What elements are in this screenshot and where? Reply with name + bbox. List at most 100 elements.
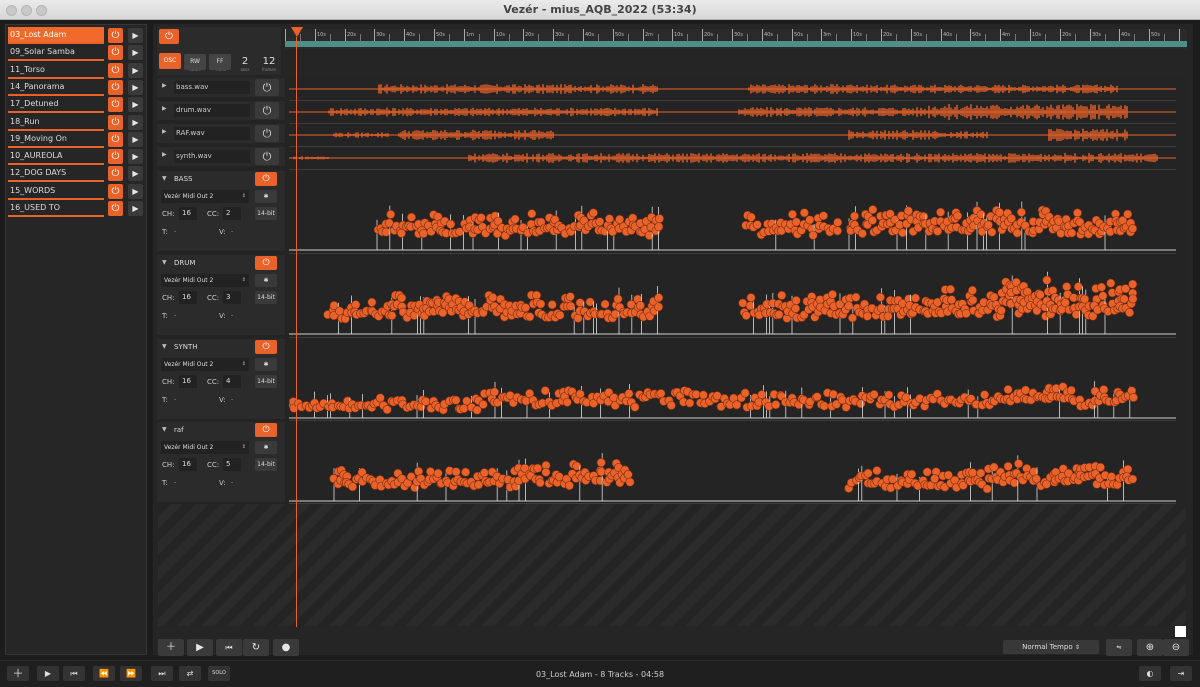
song-power-icon[interactable]: ⏻	[108, 62, 123, 78]
curve-point[interactable]	[1123, 209, 1133, 219]
curve-point[interactable]	[1106, 472, 1116, 482]
song-item[interactable]: 11_Torso ⏻ ▶	[8, 62, 146, 79]
curve-point[interactable]	[624, 389, 634, 399]
audio-waveform-lane[interactable]	[289, 101, 1176, 123]
collapse-triangle-icon[interactable]: ▼	[162, 343, 167, 350]
track-power-button[interactable]: ⏻	[255, 125, 279, 142]
curve-point[interactable]	[1128, 224, 1138, 234]
curve-point[interactable]	[967, 285, 977, 295]
song-play-icon[interactable]: ▶	[128, 45, 143, 61]
curve-point[interactable]	[872, 466, 882, 476]
curve-point[interactable]	[844, 301, 854, 311]
curve-point[interactable]	[774, 310, 784, 320]
song-power-icon[interactable]: ⏻	[108, 114, 123, 130]
curve-point[interactable]	[521, 303, 531, 313]
song-item[interactable]: 09_Solar Samba ⏻ ▶	[8, 44, 146, 62]
midi-learn-button[interactable]: ✱	[255, 190, 277, 203]
curve-point[interactable]	[1096, 282, 1106, 292]
curve-point[interactable]	[922, 467, 932, 477]
midi-track-name[interactable]: SYNTH	[174, 341, 250, 353]
curve-point[interactable]	[588, 208, 598, 218]
curve-point[interactable]	[968, 295, 978, 305]
curve-point[interactable]	[600, 299, 610, 309]
curve-point[interactable]	[976, 468, 986, 478]
curve-point[interactable]	[1125, 308, 1135, 318]
cc-field[interactable]: 3	[223, 291, 241, 304]
curve-point[interactable]	[832, 226, 842, 236]
go-to-start-button[interactable]: ⏮	[216, 639, 242, 656]
expand-triangle-icon[interactable]: ▶	[162, 151, 167, 158]
curve-point[interactable]	[818, 211, 828, 221]
curve-point[interactable]	[351, 300, 361, 310]
curve-point[interactable]	[1066, 385, 1076, 395]
track-power-button[interactable]: ⏻	[255, 340, 277, 354]
curve-point[interactable]	[613, 294, 623, 304]
curve-point[interactable]	[898, 228, 908, 238]
curve-point[interactable]	[630, 402, 640, 412]
curve-point[interactable]	[799, 208, 809, 218]
song-play-icon[interactable]: ▶	[128, 62, 143, 78]
curve-point[interactable]	[903, 206, 913, 216]
curve-point[interactable]	[541, 467, 551, 477]
curve-point[interactable]	[1098, 291, 1108, 301]
curve-point[interactable]	[1073, 282, 1083, 292]
curve-point[interactable]	[867, 215, 877, 225]
curve-point[interactable]	[1003, 384, 1013, 394]
curve-point[interactable]	[947, 295, 957, 305]
curve-point[interactable]	[654, 293, 664, 303]
curve-point[interactable]	[876, 303, 886, 313]
midi-output-select[interactable]: Vezér Midi Out 2 ⇕	[161, 190, 249, 203]
osc-button[interactable]: OSC	[159, 53, 181, 69]
expand-triangle-icon[interactable]: ▶	[162, 105, 167, 112]
curve-point[interactable]	[746, 212, 756, 222]
curve-point[interactable]	[625, 477, 635, 487]
curve-point[interactable]	[869, 389, 879, 399]
curve-point[interactable]	[478, 399, 488, 409]
curve-point[interactable]	[382, 405, 392, 415]
track-power-button[interactable]: ⏻	[255, 148, 279, 165]
song-item[interactable]: 14_Panorama ⏻ ▶	[8, 79, 146, 96]
audio-waveform-lane[interactable]	[289, 147, 1176, 169]
curve-point[interactable]	[953, 211, 963, 221]
curve-point[interactable]	[386, 209, 396, 219]
curve-point[interactable]	[907, 469, 917, 479]
curve-point[interactable]	[510, 214, 520, 224]
curve-point[interactable]	[740, 388, 750, 398]
curve-point[interactable]	[875, 292, 885, 302]
curve-point[interactable]	[635, 300, 645, 310]
curve-point[interactable]	[884, 390, 894, 400]
curve-point[interactable]	[540, 386, 550, 396]
curve-point[interactable]	[604, 214, 614, 224]
ch-field[interactable]: 16	[179, 458, 197, 471]
curve-point[interactable]	[575, 298, 585, 308]
curve-point[interactable]	[387, 311, 397, 321]
curve-point[interactable]	[533, 463, 543, 473]
song-power-icon[interactable]: ⏻	[108, 201, 123, 216]
curve-point[interactable]	[666, 400, 676, 410]
curve-point[interactable]	[1106, 278, 1116, 288]
curve-point[interactable]	[1099, 385, 1109, 395]
curve-point[interactable]	[547, 300, 557, 310]
curve-point[interactable]	[566, 301, 576, 311]
midi-curve-lane[interactable]	[289, 171, 1176, 253]
curve-point[interactable]	[554, 472, 564, 482]
curve-point[interactable]	[685, 398, 695, 408]
song-item[interactable]: 19_Moving On ⏻ ▶	[8, 131, 146, 148]
song-power-icon[interactable]: ⏻	[108, 166, 123, 182]
curve-point[interactable]	[461, 467, 471, 477]
curve-point[interactable]	[771, 400, 781, 410]
zoom-in-button[interactable]: ⊕	[1137, 639, 1163, 656]
curve-point[interactable]	[777, 290, 787, 300]
song-power-icon[interactable]: ⏻	[108, 79, 123, 95]
curve-point[interactable]	[536, 299, 546, 309]
curve-point[interactable]	[752, 220, 762, 230]
curve-point[interactable]	[1012, 228, 1022, 238]
curve-point[interactable]	[381, 227, 391, 237]
curve-point[interactable]	[976, 209, 986, 219]
expand-triangle-icon[interactable]: ▶	[162, 128, 167, 135]
midi-track-name[interactable]: DRUM	[174, 257, 250, 269]
curve-point[interactable]	[1035, 290, 1045, 300]
audio-track-name[interactable]: RAF.wav	[174, 127, 250, 140]
collapse-triangle-icon[interactable]: ▼	[162, 426, 167, 433]
curve-point[interactable]	[996, 305, 1006, 315]
